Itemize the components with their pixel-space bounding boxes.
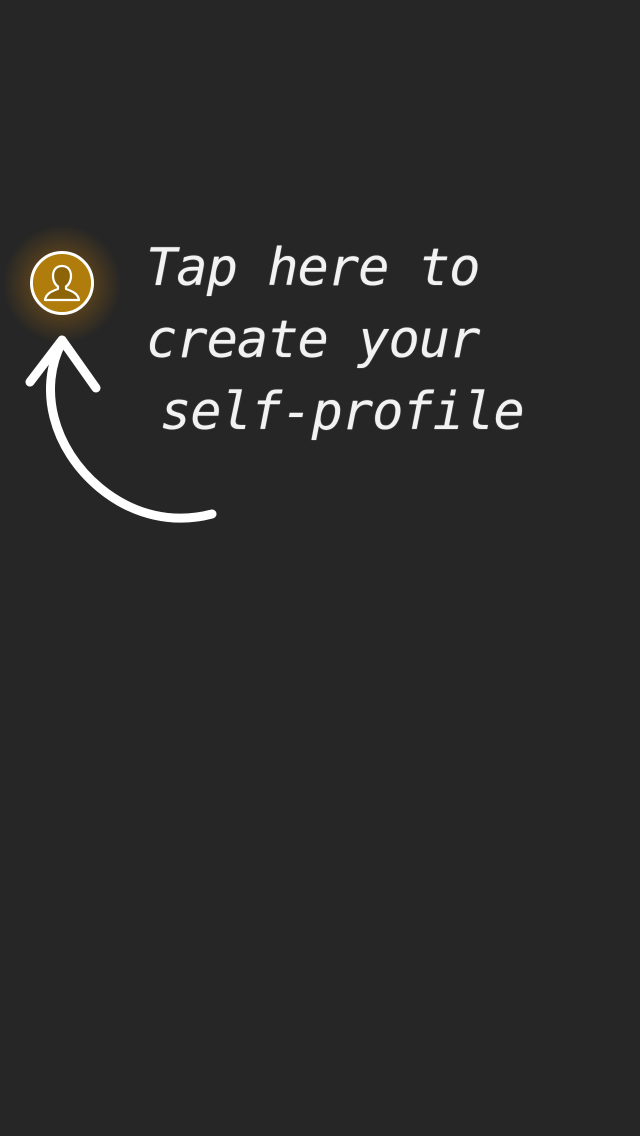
onboarding-hint-text: Tap here to create your self-profile <box>146 232 616 448</box>
person-silhouette-icon <box>33 254 91 312</box>
hint-line-1: Tap here to <box>146 238 480 298</box>
hint-line-3: self-profile <box>160 382 525 442</box>
onboarding-overlay: Tap here to create your self-profile <box>0 0 640 1136</box>
create-profile-button[interactable] <box>30 251 94 315</box>
hint-line-2: create your <box>146 310 480 370</box>
